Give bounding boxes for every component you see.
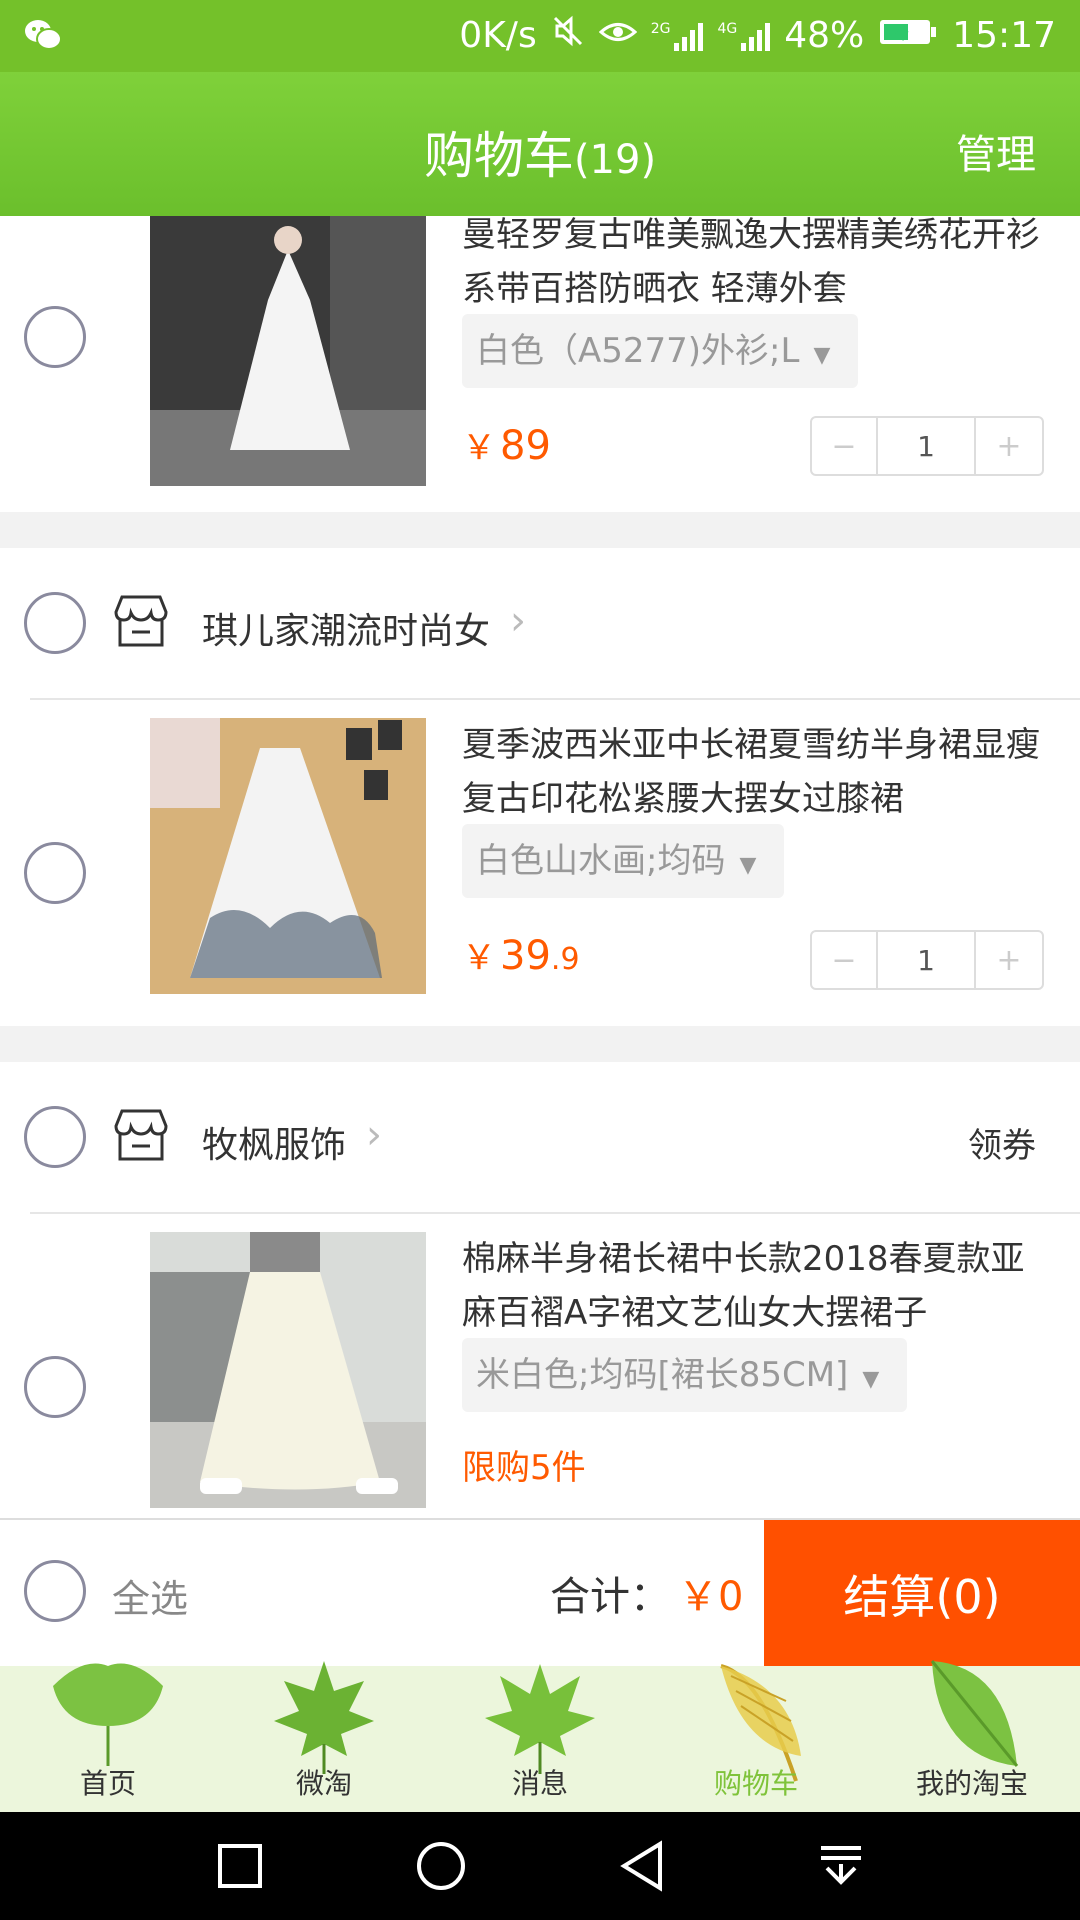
item-checkbox[interactable]	[24, 842, 86, 904]
product-title[interactable]: 曼轻罗复古唯美飘逸大摆精美绣花开衫系带百搭防晒衣 轻薄外套	[462, 216, 1052, 316]
quantity-value[interactable]: 1	[878, 932, 976, 988]
product-title[interactable]: 夏季波西米亚中长裙夏雪纺半身裙显瘦复古印花松紧腰大摆女过膝裙	[462, 718, 1052, 826]
product-image[interactable]	[150, 216, 426, 486]
tab-label: 微淘	[295, 1767, 352, 1800]
shop-header[interactable]: 牧枫服饰 › 领券	[0, 1062, 1080, 1212]
shop-name[interactable]: 牧枫服饰	[202, 1116, 346, 1168]
battery-icon	[878, 15, 938, 56]
tab-weitao[interactable]: 微淘	[216, 1661, 432, 1812]
product-title[interactable]: 棉麻半身裙长裙中长款2018春夏款亚麻百褶A字裙文艺仙女大摆裙子	[462, 1232, 1052, 1340]
tab-messages[interactable]: 消息	[432, 1664, 648, 1812]
purchase-limit: 限购5件	[462, 1448, 586, 1488]
checkout-bar: 全选 合计： ￥0 结算(0)	[0, 1518, 1080, 1668]
total-price: 合计： ￥0	[550, 1574, 744, 1620]
decrease-button[interactable]: −	[812, 418, 878, 474]
tab-label: 购物车	[713, 1767, 798, 1800]
tab-label: 消息	[511, 1767, 568, 1800]
chevron-down-icon: ▼	[862, 1367, 880, 1392]
sku-selector[interactable]: 白色（A5277)外衫;L ▼	[462, 314, 859, 388]
quantity-stepper: − 1 +	[810, 930, 1044, 990]
shop-group: 琪儿家潮流时尚女 › 夏季波西米亚中长裙夏雪纺半身裙显瘦复古印花松紧腰大摆女过膝…	[0, 548, 1080, 1026]
signal-4g-icon: 4G	[717, 21, 771, 51]
increase-button[interactable]: +	[976, 418, 1042, 474]
tab-label: 我的淘宝	[915, 1767, 1028, 1800]
increase-button[interactable]: +	[976, 932, 1042, 988]
maple-leaf-icon	[485, 1664, 595, 1774]
wechat-icon	[24, 18, 62, 61]
chevron-right-icon: ›	[366, 1112, 382, 1158]
chevron-down-icon: ▼	[739, 853, 757, 878]
cart-list[interactable]: 曼轻罗复古唯美飘逸大摆精美绣花开衫系带百搭防晒衣 轻薄外套 白色（A5277)外…	[0, 216, 1080, 1518]
ginkgo-leaf-icon	[53, 1663, 163, 1766]
checkout-button[interactable]: 结算(0)	[764, 1520, 1080, 1668]
product-image[interactable]	[150, 718, 426, 994]
manage-button[interactable]: 管理	[956, 122, 1036, 180]
sku-selector[interactable]: 白色山水画;均码 ▼	[462, 824, 785, 898]
tab-home[interactable]: 首页	[0, 1663, 216, 1812]
store-icon	[114, 595, 168, 647]
total-amount: ￥0	[678, 1574, 744, 1620]
chevron-down-icon: ▼	[813, 343, 831, 368]
product-price: ￥ 39.9	[462, 933, 580, 979]
clock: 15:17	[952, 15, 1056, 56]
notification-pulldown-icon[interactable]	[817, 1842, 865, 1890]
store-icon	[114, 1109, 168, 1161]
status-bar: 0K/s 2G 4G 48% 15:17	[0, 0, 1080, 72]
tab-cart[interactable]: 购物车	[648, 1664, 864, 1812]
page-header: 购物车(19) 管理	[0, 72, 1080, 216]
back-icon[interactable]	[618, 1840, 666, 1892]
shop-group: 牧枫服饰 › 领券 棉麻半身裙长裙中长款2018春夏款亚麻百褶A字裙文艺仙女大摆…	[0, 1062, 1080, 1518]
shop-name[interactable]: 琪儿家潮流时尚女	[202, 602, 490, 654]
quantity-stepper: − 1 +	[810, 416, 1044, 476]
net-speed: 0K/s	[459, 15, 537, 56]
cart-item: 曼轻罗复古唯美飘逸大摆精美绣花开衫系带百搭防晒衣 轻薄外套 白色（A5277)外…	[0, 216, 1080, 512]
tab-bar: 首页 微淘 消息 购物车 我的淘宝	[0, 1660, 1080, 1812]
divider	[30, 1212, 1080, 1214]
system-nav-bar	[0, 1812, 1080, 1920]
signal-2g-icon: 2G	[651, 21, 704, 51]
shop-checkbox[interactable]	[24, 592, 86, 654]
shop-header[interactable]: 琪儿家潮流时尚女 ›	[0, 548, 1080, 698]
select-all-label[interactable]: 全选	[112, 1568, 188, 1623]
battery-percent: 48%	[784, 15, 865, 56]
recent-apps-icon[interactable]	[216, 1842, 264, 1890]
page-title: 购物车(19)	[423, 127, 657, 185]
divider	[30, 698, 1080, 700]
shop-checkbox[interactable]	[24, 1106, 86, 1168]
coupon-button[interactable]: 领券	[968, 1118, 1036, 1167]
product-image[interactable]	[150, 1232, 426, 1508]
select-all-checkbox[interactable]	[24, 1560, 86, 1622]
eye-icon	[598, 15, 637, 56]
tab-label: 首页	[79, 1767, 136, 1800]
item-checkbox[interactable]	[24, 306, 86, 368]
home-icon[interactable]	[415, 1840, 467, 1892]
maple-leaf-icon	[274, 1661, 374, 1774]
quantity-value[interactable]: 1	[878, 418, 976, 474]
chevron-right-icon: ›	[510, 598, 526, 644]
cart-count: (19)	[573, 137, 657, 183]
sku-selector[interactable]: 米白色;均码[裙长85CM] ▼	[462, 1338, 908, 1412]
tab-my-taobao[interactable]: 我的淘宝	[864, 1660, 1080, 1812]
product-price: ￥ 89	[462, 423, 551, 469]
item-checkbox[interactable]	[24, 1356, 86, 1418]
mute-icon	[551, 14, 585, 57]
decrease-button[interactable]: −	[812, 932, 878, 988]
